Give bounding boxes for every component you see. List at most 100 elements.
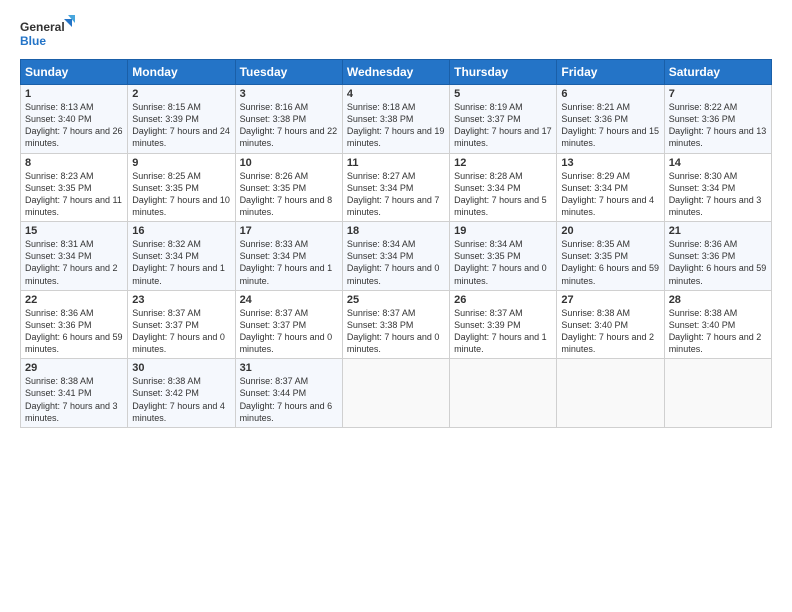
cell-info: Sunrise: 8:22 AMSunset: 3:36 PMDaylight:… (669, 102, 767, 148)
day-number: 19 (454, 225, 552, 237)
calendar-week-row: 1 Sunrise: 8:13 AMSunset: 3:40 PMDayligh… (21, 85, 772, 154)
calendar-header-wednesday: Wednesday (342, 60, 449, 85)
cell-info: Sunrise: 8:37 AMSunset: 3:44 PMDaylight:… (240, 376, 333, 422)
day-number: 16 (132, 225, 230, 237)
calendar-cell: 3 Sunrise: 8:16 AMSunset: 3:38 PMDayligh… (235, 85, 342, 154)
calendar-cell: 14 Sunrise: 8:30 AMSunset: 3:34 PMDaylig… (664, 153, 771, 222)
calendar-cell: 18 Sunrise: 8:34 AMSunset: 3:34 PMDaylig… (342, 222, 449, 291)
calendar-cell: 31 Sunrise: 8:37 AMSunset: 3:44 PMDaylig… (235, 359, 342, 428)
calendar-header-friday: Friday (557, 60, 664, 85)
calendar-cell: 30 Sunrise: 8:38 AMSunset: 3:42 PMDaylig… (128, 359, 235, 428)
calendar-cell: 21 Sunrise: 8:36 AMSunset: 3:36 PMDaylig… (664, 222, 771, 291)
cell-info: Sunrise: 8:29 AMSunset: 3:34 PMDaylight:… (561, 171, 654, 217)
day-number: 9 (132, 157, 230, 169)
calendar-week-row: 22 Sunrise: 8:36 AMSunset: 3:36 PMDaylig… (21, 290, 772, 359)
day-number: 21 (669, 225, 767, 237)
calendar-cell: 23 Sunrise: 8:37 AMSunset: 3:37 PMDaylig… (128, 290, 235, 359)
calendar-cell: 28 Sunrise: 8:38 AMSunset: 3:40 PMDaylig… (664, 290, 771, 359)
cell-info: Sunrise: 8:32 AMSunset: 3:34 PMDaylight:… (132, 239, 225, 285)
day-number: 1 (25, 88, 123, 100)
day-number: 31 (240, 362, 338, 374)
day-number: 4 (347, 88, 445, 100)
calendar-week-row: 8 Sunrise: 8:23 AMSunset: 3:35 PMDayligh… (21, 153, 772, 222)
svg-text:General: General (20, 20, 65, 34)
logo: General Blue (20, 15, 75, 53)
calendar-week-row: 15 Sunrise: 8:31 AMSunset: 3:34 PMDaylig… (21, 222, 772, 291)
calendar-cell: 5 Sunrise: 8:19 AMSunset: 3:37 PMDayligh… (450, 85, 557, 154)
calendar-cell (664, 359, 771, 428)
cell-info: Sunrise: 8:38 AMSunset: 3:40 PMDaylight:… (561, 308, 654, 354)
calendar-header-monday: Monday (128, 60, 235, 85)
calendar-cell: 2 Sunrise: 8:15 AMSunset: 3:39 PMDayligh… (128, 85, 235, 154)
cell-info: Sunrise: 8:30 AMSunset: 3:34 PMDaylight:… (669, 171, 762, 217)
day-number: 17 (240, 225, 338, 237)
calendar-cell: 10 Sunrise: 8:26 AMSunset: 3:35 PMDaylig… (235, 153, 342, 222)
calendar-cell: 11 Sunrise: 8:27 AMSunset: 3:34 PMDaylig… (342, 153, 449, 222)
cell-info: Sunrise: 8:21 AMSunset: 3:36 PMDaylight:… (561, 102, 659, 148)
logo-svg: General Blue (20, 15, 75, 53)
svg-text:Blue: Blue (20, 34, 46, 48)
day-number: 3 (240, 88, 338, 100)
cell-info: Sunrise: 8:38 AMSunset: 3:40 PMDaylight:… (669, 308, 762, 354)
cell-info: Sunrise: 8:15 AMSunset: 3:39 PMDaylight:… (132, 102, 230, 148)
day-number: 10 (240, 157, 338, 169)
cell-info: Sunrise: 8:28 AMSunset: 3:34 PMDaylight:… (454, 171, 547, 217)
calendar-header-tuesday: Tuesday (235, 60, 342, 85)
calendar-table: SundayMondayTuesdayWednesdayThursdayFrid… (20, 59, 772, 428)
calendar-cell: 22 Sunrise: 8:36 AMSunset: 3:36 PMDaylig… (21, 290, 128, 359)
day-number: 2 (132, 88, 230, 100)
cell-info: Sunrise: 8:36 AMSunset: 3:36 PMDaylight:… (669, 239, 767, 285)
cell-info: Sunrise: 8:27 AMSunset: 3:34 PMDaylight:… (347, 171, 440, 217)
cell-info: Sunrise: 8:23 AMSunset: 3:35 PMDaylight:… (25, 171, 122, 217)
day-number: 25 (347, 294, 445, 306)
day-number: 23 (132, 294, 230, 306)
calendar-cell: 1 Sunrise: 8:13 AMSunset: 3:40 PMDayligh… (21, 85, 128, 154)
calendar-cell (450, 359, 557, 428)
day-number: 30 (132, 362, 230, 374)
cell-info: Sunrise: 8:13 AMSunset: 3:40 PMDaylight:… (25, 102, 123, 148)
cell-info: Sunrise: 8:38 AMSunset: 3:42 PMDaylight:… (132, 376, 225, 422)
cell-info: Sunrise: 8:37 AMSunset: 3:38 PMDaylight:… (347, 308, 440, 354)
cell-info: Sunrise: 8:37 AMSunset: 3:37 PMDaylight:… (240, 308, 333, 354)
day-number: 26 (454, 294, 552, 306)
cell-info: Sunrise: 8:37 AMSunset: 3:37 PMDaylight:… (132, 308, 225, 354)
cell-info: Sunrise: 8:26 AMSunset: 3:35 PMDaylight:… (240, 171, 333, 217)
calendar-cell (342, 359, 449, 428)
calendar-cell: 9 Sunrise: 8:25 AMSunset: 3:35 PMDayligh… (128, 153, 235, 222)
calendar-cell (557, 359, 664, 428)
calendar-cell: 15 Sunrise: 8:31 AMSunset: 3:34 PMDaylig… (21, 222, 128, 291)
calendar-cell: 19 Sunrise: 8:34 AMSunset: 3:35 PMDaylig… (450, 222, 557, 291)
day-number: 15 (25, 225, 123, 237)
calendar-header-saturday: Saturday (664, 60, 771, 85)
cell-info: Sunrise: 8:31 AMSunset: 3:34 PMDaylight:… (25, 239, 118, 285)
calendar-week-row: 29 Sunrise: 8:38 AMSunset: 3:41 PMDaylig… (21, 359, 772, 428)
day-number: 13 (561, 157, 659, 169)
cell-info: Sunrise: 8:35 AMSunset: 3:35 PMDaylight:… (561, 239, 659, 285)
calendar-cell: 4 Sunrise: 8:18 AMSunset: 3:38 PMDayligh… (342, 85, 449, 154)
cell-info: Sunrise: 8:18 AMSunset: 3:38 PMDaylight:… (347, 102, 445, 148)
calendar-cell: 29 Sunrise: 8:38 AMSunset: 3:41 PMDaylig… (21, 359, 128, 428)
calendar-cell: 24 Sunrise: 8:37 AMSunset: 3:37 PMDaylig… (235, 290, 342, 359)
day-number: 18 (347, 225, 445, 237)
day-number: 14 (669, 157, 767, 169)
cell-info: Sunrise: 8:33 AMSunset: 3:34 PMDaylight:… (240, 239, 333, 285)
day-number: 12 (454, 157, 552, 169)
day-number: 24 (240, 294, 338, 306)
calendar-cell: 26 Sunrise: 8:37 AMSunset: 3:39 PMDaylig… (450, 290, 557, 359)
header: General Blue (20, 15, 772, 53)
page: General Blue SundayMondayTuesdayWednesda… (0, 0, 792, 612)
day-number: 22 (25, 294, 123, 306)
day-number: 6 (561, 88, 659, 100)
calendar-cell: 16 Sunrise: 8:32 AMSunset: 3:34 PMDaylig… (128, 222, 235, 291)
cell-info: Sunrise: 8:34 AMSunset: 3:35 PMDaylight:… (454, 239, 547, 285)
cell-info: Sunrise: 8:37 AMSunset: 3:39 PMDaylight:… (454, 308, 547, 354)
day-number: 29 (25, 362, 123, 374)
calendar-cell: 13 Sunrise: 8:29 AMSunset: 3:34 PMDaylig… (557, 153, 664, 222)
calendar-cell: 17 Sunrise: 8:33 AMSunset: 3:34 PMDaylig… (235, 222, 342, 291)
calendar-header-thursday: Thursday (450, 60, 557, 85)
calendar-cell: 6 Sunrise: 8:21 AMSunset: 3:36 PMDayligh… (557, 85, 664, 154)
day-number: 20 (561, 225, 659, 237)
calendar-cell: 25 Sunrise: 8:37 AMSunset: 3:38 PMDaylig… (342, 290, 449, 359)
cell-info: Sunrise: 8:25 AMSunset: 3:35 PMDaylight:… (132, 171, 230, 217)
day-number: 11 (347, 157, 445, 169)
